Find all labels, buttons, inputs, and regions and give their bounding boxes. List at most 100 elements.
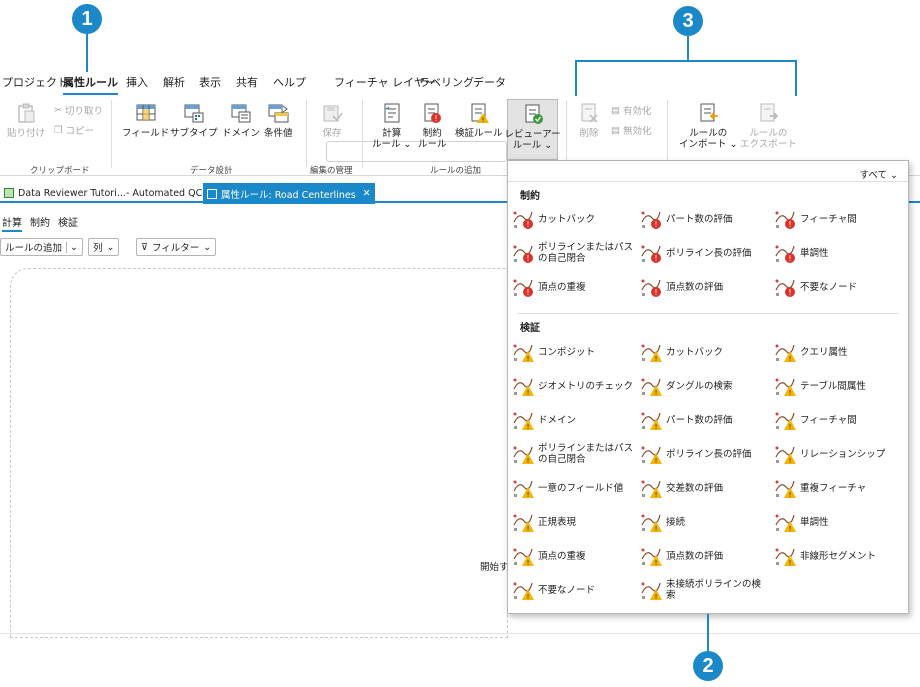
- rule-type-icon: !: [513, 548, 534, 567]
- validation-rule-item[interactable]: ! リレーションシップ: [774, 443, 900, 465]
- rules-canvas: [10, 268, 508, 638]
- data-design-group-label: データ設計: [190, 166, 233, 176]
- menu-help[interactable]: ヘルプ: [273, 74, 306, 90]
- svg-text:!: !: [789, 525, 792, 533]
- close-tab-icon[interactable]: ✕: [363, 188, 371, 199]
- tab-constraint[interactable]: 制約: [30, 214, 50, 229]
- menu-analysis[interactable]: 解析: [163, 74, 185, 90]
- validation-rule-item[interactable]: ! 交差数の評価: [640, 477, 766, 499]
- import-rules-button[interactable]: ルールの インポート ⌄: [679, 102, 737, 150]
- validation-rule-item[interactable]: ! ジオメトリのチェック: [512, 375, 638, 397]
- columns-dropdown[interactable]: 列 ⌄: [88, 238, 120, 256]
- menu-view[interactable]: 表示: [199, 74, 221, 90]
- import-rules-label-2: インポート ⌄: [679, 139, 738, 150]
- copy-button[interactable]: ❐ コピー: [54, 123, 94, 138]
- map-icon: [4, 188, 14, 198]
- constraint-rule-item[interactable]: ! 頂点の重複: [512, 276, 638, 298]
- constraint-rule-item[interactable]: ! 不要なノード: [774, 276, 900, 298]
- validation-rule-button[interactable]: ! 検証ルール: [455, 102, 503, 139]
- add-rule-dropdown[interactable]: ルールの追加 ⌄: [0, 238, 83, 256]
- constraint-rule-item[interactable]: ! ポリライン長の評価: [640, 242, 766, 264]
- menu-project[interactable]: プロジェクト: [2, 74, 68, 90]
- reviewer-rules-gallery: すべて ⌄ 制約 ! カットバック! パート数の評価! フィーチャ間! ポリラインまたは…: [507, 160, 909, 614]
- cut-button[interactable]: ✂ 切り取り: [54, 103, 103, 118]
- chevron-down-icon: ⌄: [106, 241, 115, 253]
- validation-rule-item[interactable]: ! ポリラインまたはパスの自己閉合: [512, 443, 638, 465]
- constraint-rule-item[interactable]: ! フィーチャ間: [774, 208, 900, 230]
- gallery-filter-dropdown[interactable]: すべて ⌄: [860, 167, 898, 181]
- svg-text:!: !: [788, 220, 791, 229]
- rule-type-icon: !: [641, 548, 662, 567]
- rule-type-icon: !: [513, 344, 534, 363]
- delete-button[interactable]: 削除: [578, 102, 600, 139]
- subtype-label: サブタイプ: [170, 128, 218, 139]
- validation-rule-item[interactable]: ! 単調性: [774, 511, 900, 533]
- constraint-rule-button[interactable]: ! 制約 ルール: [418, 102, 447, 150]
- condition-value-button[interactable]: 条件値: [264, 102, 293, 139]
- validation-rule-item[interactable]: ! 未接続ポリラインの検索: [640, 579, 766, 601]
- svg-text:!: !: [655, 389, 658, 397]
- validation-rule-item[interactable]: ! 非線形セグメント: [774, 545, 900, 567]
- domain-button[interactable]: ドメイン: [222, 102, 260, 139]
- table-icon: [207, 188, 217, 199]
- enable-button[interactable]: ▤ 有効化: [611, 103, 652, 118]
- disable-button[interactable]: ▤ 無効化: [611, 123, 652, 138]
- tab-attribute-rules-label: 属性ルール: Road Centerlines: [221, 189, 356, 201]
- group-separator: [362, 100, 363, 168]
- export-rules-button[interactable]: ルールの エクスポート: [740, 102, 797, 150]
- validation-rule-item[interactable]: ! ダングルの検索: [640, 375, 766, 397]
- validation-rule-item[interactable]: ! パート数の評価: [640, 409, 766, 431]
- svg-text:!: !: [789, 423, 792, 431]
- rule-item-label: パート数の評価: [666, 213, 733, 225]
- validation-rule-item[interactable]: ! フィーチャ間: [774, 409, 900, 431]
- validation-rule-item[interactable]: ! ドメイン: [512, 409, 638, 431]
- constraint-rule-label-2: ルール: [418, 139, 447, 150]
- tab-validation[interactable]: 検証: [58, 214, 78, 229]
- tab-attribute-rules-road-centerlines[interactable]: 属性ルール: Road Centerlines ✕: [203, 183, 375, 204]
- clipboard-group-label: クリップボード: [30, 166, 90, 176]
- tab-calculation[interactable]: 計算: [2, 214, 22, 232]
- reviewer-rule-button[interactable]: レビューアー ルール ⌄: [504, 99, 561, 160]
- validation-rule-item[interactable]: ! 不要なノード: [512, 579, 638, 601]
- chevron-down-icon: ⌄: [203, 241, 212, 253]
- menu-attribute-rules[interactable]: 属性ルール: [63, 74, 118, 95]
- rule-item-label: ジオメトリのチェック: [538, 380, 634, 392]
- validation-rule-item[interactable]: ! 一意のフィールド値: [512, 477, 638, 499]
- menu-insert[interactable]: 挿入: [126, 74, 148, 90]
- constraint-rule-item[interactable]: ! 頂点数の評価: [640, 276, 766, 298]
- validation-rule-item[interactable]: ! テーブル間属性: [774, 375, 900, 397]
- validation-rule-item[interactable]: ! コンポジット: [512, 341, 638, 363]
- tab-data-reviewer-tutorial[interactable]: Data Reviewer Tutori...- Automated QC: [0, 183, 206, 203]
- subtype-button[interactable]: サブタイプ: [170, 102, 218, 139]
- validation-rule-item[interactable]: ! 頂点の重複: [512, 545, 638, 567]
- rule-item-label: クエリ属性: [800, 346, 848, 358]
- validation-rule-item[interactable]: ! 正規表現: [512, 511, 638, 533]
- validation-rule-item[interactable]: ! ポリライン長の評価: [640, 443, 766, 465]
- constraint-rule-item[interactable]: ! カットバック: [512, 208, 638, 230]
- validation-rule-item[interactable]: ! 頂点数の評価: [640, 545, 766, 567]
- constraint-rule-item[interactable]: ! 単調性: [774, 242, 900, 264]
- menu-data[interactable]: データ: [473, 74, 506, 90]
- validation-section-title: 検証: [520, 323, 540, 334]
- validation-rule-label: 検証ルール: [455, 128, 503, 139]
- section-divider: [518, 313, 898, 314]
- save-button[interactable]: 保存: [321, 102, 343, 139]
- svg-text:!: !: [788, 288, 791, 297]
- validation-rule-item[interactable]: ! 重複フィーチャ: [774, 477, 900, 499]
- calculation-rule-button[interactable]: 計算 ルール ⌄: [372, 102, 411, 150]
- rule-item-label: ポリラインまたはパスの自己閉合: [538, 242, 634, 264]
- validation-rule-item[interactable]: ! カットバック: [640, 341, 766, 363]
- validation-rule-item[interactable]: ! 接続: [640, 511, 766, 533]
- paste-button[interactable]: 貼り付け: [7, 102, 45, 139]
- rule-type-icon: !: [513, 514, 534, 533]
- svg-text:!: !: [435, 114, 438, 123]
- field-button[interactable]: フィールド: [122, 102, 169, 139]
- menu-share[interactable]: 共有: [236, 74, 258, 90]
- menu-labeling[interactable]: ラベリング: [419, 74, 474, 90]
- svg-text:!: !: [526, 220, 529, 229]
- disable-label: 無効化: [622, 126, 652, 137]
- validation-rule-item[interactable]: ! クエリ属性: [774, 341, 900, 363]
- filter-dropdown[interactable]: ⊽ フィルター ⌄: [136, 238, 217, 256]
- constraint-rule-item[interactable]: ! パート数の評価: [640, 208, 766, 230]
- constraint-rule-item[interactable]: ! ポリラインまたはパスの自己閉合: [512, 242, 638, 264]
